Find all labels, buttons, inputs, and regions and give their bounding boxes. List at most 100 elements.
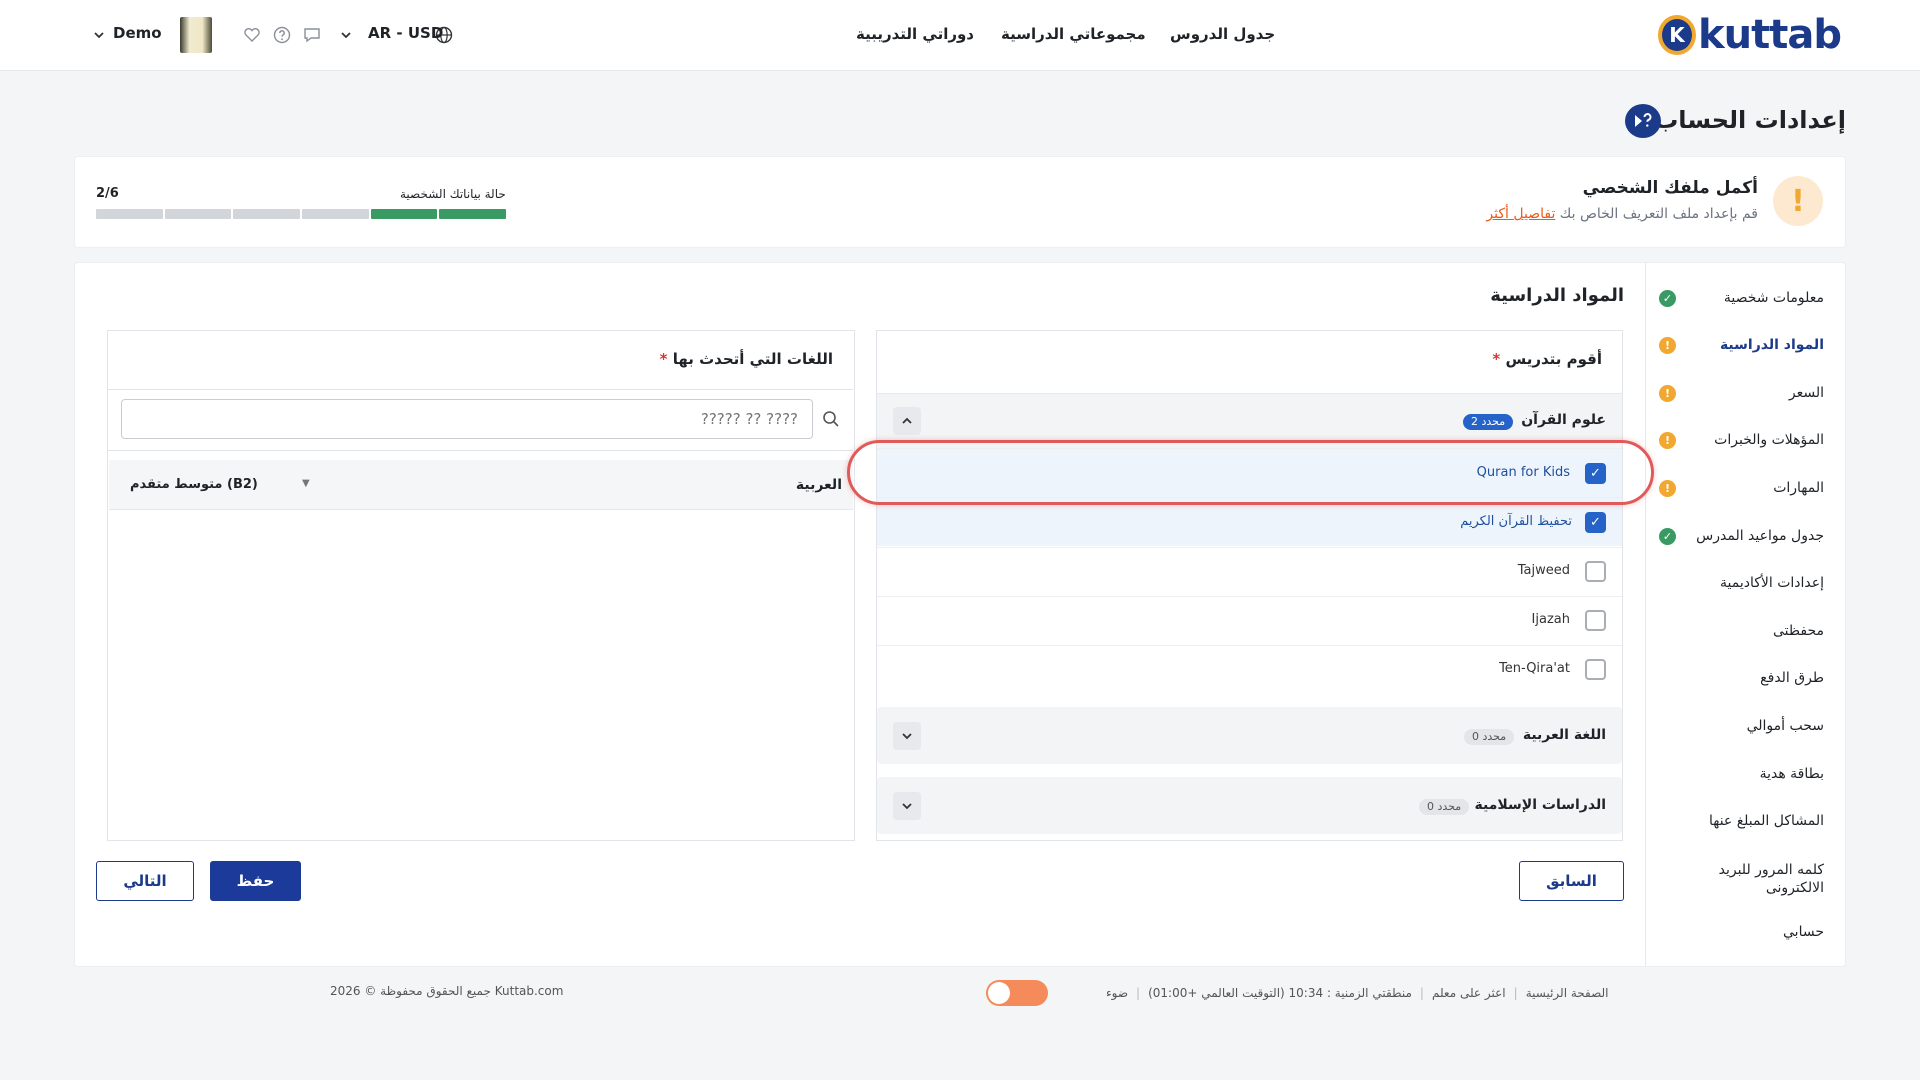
teach-label: * أقوم بتدريس [1492, 350, 1602, 368]
previous-button[interactable]: السابق [1519, 861, 1624, 901]
warning-icon: ! [1773, 176, 1823, 226]
sidebar-item-teacher-schedule[interactable]: جدول مواعيد المدرس [1696, 528, 1824, 544]
progress-label: حالة بياناتك الشخصية [400, 187, 506, 201]
expand-button[interactable] [893, 792, 921, 820]
group-name: الدراسات الإسلامية [1474, 797, 1606, 813]
separator: | [1419, 986, 1424, 1000]
progress-segment [302, 209, 369, 219]
checkbox-ijazah[interactable] [1585, 610, 1606, 631]
warning-icon: ! [1659, 432, 1676, 449]
chevron-down-icon[interactable] [91, 27, 107, 43]
search-icon[interactable] [822, 410, 840, 428]
expand-button[interactable] [893, 722, 921, 750]
progress-segment [233, 209, 301, 219]
languages-label-text: اللغات التي أتحدث بها [672, 350, 833, 368]
profile-subtitle: قم بإعداد ملف التعريف الخاص بك تفاصيل أك… [1486, 206, 1758, 222]
selected-count-badge: 0 محدد [1419, 799, 1470, 815]
theme-toggle[interactable] [986, 980, 1048, 1006]
logo-letter: K [1669, 23, 1685, 47]
theme-label: ضوء [1106, 986, 1129, 1000]
profile-subtitle-text: قم بإعداد ملف التعريف الخاص بك [1559, 206, 1758, 222]
required-mark: * [1492, 350, 1501, 368]
group-name: اللغة العربية [1522, 727, 1606, 743]
option-label: تحفيظ القرآن الكريم [1460, 514, 1572, 529]
sidebar-item-gift-card[interactable]: بطاقة هدية [1760, 766, 1824, 782]
sidebar-item-withdraw[interactable]: سحب أموالي [1747, 718, 1824, 734]
option-label: Ten-Qira'at [1499, 661, 1570, 676]
option-row[interactable] [877, 596, 1622, 645]
heart-icon[interactable] [242, 25, 262, 45]
section-title: المواد الدراسية [1490, 285, 1624, 306]
chevron-up-icon [902, 417, 912, 424]
required-mark: * [659, 350, 668, 368]
progress-segment [164, 209, 232, 219]
sidebar-item-payment-methods[interactable]: طرق الدفع [1760, 670, 1824, 686]
option-row[interactable] [877, 547, 1622, 596]
collapse-button[interactable] [893, 407, 921, 435]
language-search-input[interactable] [121, 399, 813, 439]
check-icon: ✓ [1659, 528, 1676, 545]
warning-icon: ! [1659, 480, 1676, 497]
warning-icon: ! [1659, 385, 1676, 402]
footer-timezone: منطقتي الزمنية : 10:34 (التوقيت العالمي … [1148, 986, 1412, 1000]
language-name: العربية [795, 477, 842, 493]
option-label: Ijazah [1531, 612, 1570, 627]
selected-count-badge: 2 محدد [1463, 414, 1514, 430]
chevron-down-icon [902, 733, 912, 740]
page-title: إعدادات الحساب [1654, 106, 1846, 134]
checkbox-tajweed[interactable] [1585, 561, 1606, 582]
chat-icon[interactable] [302, 25, 322, 45]
chevron-down-icon[interactable] [338, 27, 354, 43]
profile-completion-card [74, 156, 1846, 248]
sidebar-item-academy-settings[interactable]: إعدادات الأكاديمية [1720, 575, 1824, 591]
checkbox-quran-memorization[interactable]: ✓ [1585, 512, 1606, 533]
separator: | [1513, 986, 1518, 1000]
languages-label: * اللغات التي أتحدث بها [660, 350, 833, 368]
toggle-knob [988, 982, 1010, 1004]
progress-count: 2/6 [96, 186, 119, 201]
progress-segment [370, 209, 438, 219]
nav-study-groups[interactable]: مجموعاتي الدراسية [1001, 25, 1146, 43]
logo-mark: K [1658, 15, 1696, 55]
sidebar-item-wallet[interactable]: محفظتى [1773, 623, 1824, 639]
chevron-down-icon [902, 803, 912, 810]
footer-links: الصفحة الرئيسية | اعثر على معلم | منطقتي الز… [1106, 986, 1609, 1000]
locale-selector[interactable]: AR - USD [368, 24, 443, 42]
sidebar-item-skills[interactable]: المهارات [1773, 480, 1824, 496]
sidebar-item-qualifications[interactable]: المؤهلات والخبرات [1714, 432, 1824, 448]
footer-home-link[interactable]: الصفحة الرئيسية [1526, 986, 1609, 1000]
sidebar-item-reported-issues[interactable]: المشاكل المبلغ عنها [1709, 813, 1824, 829]
group-name: علوم القرآن [1521, 412, 1606, 428]
sidebar-item-personal-info[interactable]: معلومات شخصية [1724, 290, 1824, 306]
help-video-icon[interactable] [1625, 104, 1661, 138]
check-icon: ✓ [1659, 290, 1676, 307]
save-button[interactable]: حفظ [210, 861, 301, 901]
sidebar-item-email-password[interactable]: كلمه المرور للبريد الالكترونى [1694, 861, 1824, 897]
warning-icon: ! [1659, 337, 1676, 354]
dropdown-caret-icon[interactable]: ▼ [302, 478, 310, 489]
footer-copyright: جميع الحقوق محفوظة © 2026 Kuttab.com [330, 984, 564, 998]
highlight-annotation [847, 440, 1654, 505]
language-level-select[interactable]: متوسط متقدم (B2) [130, 477, 258, 492]
kuttab-logo[interactable]: K kuttab [1658, 12, 1842, 58]
details-link[interactable]: تفاصيل أكثر [1486, 206, 1555, 222]
logo-text: kuttab [1698, 12, 1842, 58]
footer-find-teacher-link[interactable]: اعثر على معلم [1432, 986, 1506, 1000]
checkbox-ten-qiraat[interactable] [1585, 659, 1606, 680]
profile-title: أكمل ملفك الشخصي [1582, 178, 1758, 198]
progress-segment [96, 209, 163, 219]
nav-training-courses[interactable]: دوراتي التدريبية [856, 25, 974, 43]
selected-count-badge: 0 محدد [1464, 729, 1515, 745]
sidebar-item-my-account[interactable]: حسابي [1783, 924, 1824, 940]
nav-lessons-schedule[interactable]: جدول الدروس [1170, 25, 1275, 43]
next-button[interactable]: التالي [96, 861, 194, 901]
help-icon[interactable] [272, 25, 292, 45]
option-label: Tajweed [1517, 563, 1570, 578]
avatar[interactable] [180, 17, 212, 53]
user-name[interactable]: Demo [113, 24, 162, 42]
separator: | [1136, 986, 1141, 1000]
sidebar-item-subjects[interactable]: المواد الدراسية [1720, 337, 1824, 353]
sidebar-item-price[interactable]: السعر [1789, 385, 1824, 401]
progress-segment [439, 209, 507, 219]
top-header: K kuttab جدول الدروس مجموعاتي الدراسية د… [0, 0, 1920, 71]
